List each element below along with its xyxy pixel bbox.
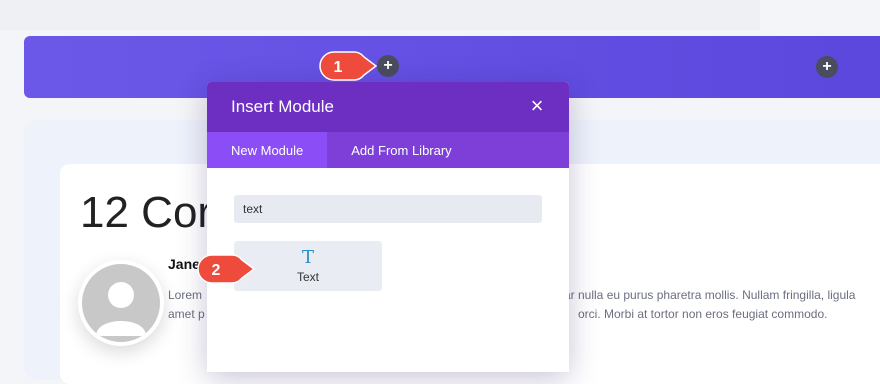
text-module-icon: T — [301, 246, 314, 268]
module-search-input[interactable] — [234, 195, 542, 223]
module-label: Text — [296, 269, 319, 284]
modal-title: Insert Module — [231, 97, 334, 116]
tab-new-module[interactable]: New Module — [207, 132, 328, 168]
callout-number: 2 — [212, 262, 221, 279]
comments-heading: 12 Cor — [80, 188, 213, 237]
close-icon[interactable]: × — [527, 95, 547, 117]
add-module-button-right[interactable]: + — [816, 56, 838, 78]
callout-number: 1 — [334, 59, 343, 76]
step-callout-1: 1 — [319, 51, 378, 81]
user-silhouette-icon — [96, 282, 146, 336]
avatar — [78, 260, 164, 346]
comment-text-line: amet p — [168, 307, 205, 321]
tab-add-from-library[interactable]: Add From Library — [327, 132, 475, 168]
insert-module-modal: Insert Module × New Module Add From Libr… — [207, 82, 569, 372]
step-callout-2: 2 — [197, 254, 256, 284]
add-module-button-center[interactable]: + — [377, 55, 399, 77]
top-section-strip — [0, 0, 760, 30]
modal-tabs: New Module Add From Library — [207, 132, 569, 168]
modal-header: Insert Module × — [207, 82, 569, 132]
comment-text-line: orci. Morbi at tortor non eros feugiat c… — [578, 307, 828, 321]
